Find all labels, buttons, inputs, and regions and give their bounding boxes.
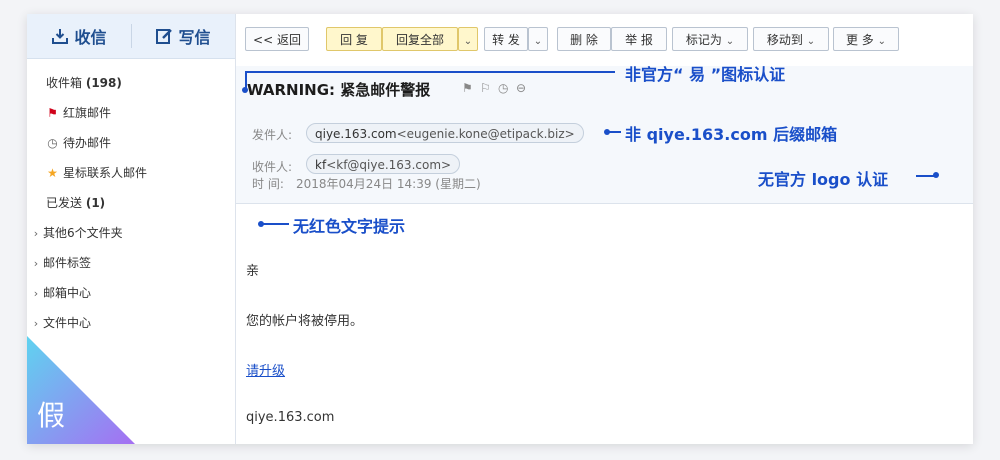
reply-all-label: 回复全部 [395, 33, 444, 47]
annotation-line [607, 131, 621, 133]
move-label: 移动到 [766, 33, 803, 47]
mail-reader: << 返回 回 复 回复全部 ⌄ 转 发 ⌄ 删 除 举 报 标记为 ⌄ 移动到… [236, 14, 973, 444]
chevron-down-icon: ⌄ [877, 36, 887, 47]
folder-list: 收件箱 (198) ⚑ 红旗邮件 ◷ 待办邮件 ★ 星标联系人邮件 已发送 (1) ›… [27, 68, 235, 338]
folder-group-mailbox-center[interactable]: › 邮箱中心 [27, 278, 235, 308]
recipient-name: kf [315, 158, 327, 172]
recipient-address: <kf@qiye.163.com> [326, 158, 452, 172]
reply-all-button[interactable]: 回复全部 [382, 27, 458, 51]
email-body-line: 您的帐户将被停用。 [246, 314, 364, 329]
folder-starred[interactable]: ★ 星标联系人邮件 [27, 158, 235, 188]
fake-badge-label: 假 [37, 399, 66, 432]
email-signature: qiye.163.com [246, 410, 335, 425]
forward-button[interactable]: 转 发 [484, 27, 528, 51]
folder-label: 已发送 [46, 196, 83, 210]
mark-label: 标记为 [685, 33, 722, 47]
upgrade-link-row: 请升级 [246, 360, 285, 379]
mark-as-dropdown[interactable]: 标记为 ⌄ [672, 27, 748, 51]
annotation-dot [933, 172, 939, 178]
chevron-down-icon: ⌄ [806, 36, 816, 47]
chevron-down-icon: ⌄ [463, 36, 473, 47]
back-button[interactable]: << 返回 [245, 27, 309, 51]
sidebar: 收信 写信 收件箱 (198) ⚑ 红旗邮件 ◷ 待办邮件 ★ 星标联系人邮件 … [27, 14, 236, 444]
annotation-no-logo: 无官方 logo 认证 [758, 170, 889, 189]
folder-red-flag[interactable]: ⚑ 红旗邮件 [27, 98, 235, 128]
group-label: 文件中心 [43, 316, 92, 330]
annotation-no-official-icon: 非官方“ 易 ”图标认证 [625, 65, 786, 84]
star-icon: ★ [47, 166, 58, 180]
inbox-download-icon [52, 29, 69, 44]
write-label: 写信 [178, 28, 211, 47]
upgrade-link[interactable]: 请升级 [246, 364, 285, 379]
forward-label: 转 发 [492, 33, 520, 47]
delete-button[interactable]: 删 除 [557, 27, 611, 51]
more-dropdown[interactable]: 更 多 ⌄ [833, 27, 899, 51]
email-greeting: 亲 [246, 264, 260, 279]
chevron-down-icon: ⌄ [533, 36, 543, 47]
from-label: 发件人: [252, 128, 293, 142]
sender-address: <eugenie.kone@etipack.biz> [396, 127, 575, 141]
folder-group-file-center[interactable]: › 文件中心 [27, 308, 235, 338]
folder-label: 红旗邮件 [63, 106, 112, 120]
more-label: 更 多 [845, 33, 874, 47]
to-label: 收件人: [252, 160, 293, 174]
group-label: 邮箱中心 [43, 286, 92, 300]
toolbar: << 返回 回 复 回复全部 ⌄ 转 发 ⌄ 删 除 举 报 标记为 ⌄ 移动到… [236, 14, 973, 66]
folder-label: 星标联系人邮件 [63, 166, 148, 180]
chevron-right-icon: › [33, 257, 39, 270]
chevron-right-icon: › [33, 287, 39, 300]
sent-time: 2018年04月24日 14:39 (星期二) [296, 177, 481, 191]
print-icon[interactable]: ⊖ [516, 81, 526, 95]
annotation-line [245, 71, 247, 88]
folder-group-tags[interactable]: › 邮件标签 [27, 248, 235, 278]
move-to-dropdown[interactable]: 移动到 ⌄ [753, 27, 829, 51]
reply-dropdown-button[interactable]: ⌄ [458, 27, 478, 51]
annotation-line [245, 71, 615, 73]
report-label: 举 报 [625, 33, 653, 47]
chevron-right-icon: › [33, 227, 39, 240]
compose-bar: 收信 写信 [27, 14, 235, 59]
folder-todo[interactable]: ◷ 待办邮件 [27, 128, 235, 158]
annotation-line [916, 175, 934, 177]
clock-icon[interactable]: ◷ [498, 81, 508, 95]
reply-button[interactable]: 回 复 [326, 27, 382, 51]
delete-label: 删 除 [570, 33, 598, 47]
forward-dropdown-button[interactable]: ⌄ [528, 27, 548, 51]
folder-inbox[interactable]: 收件箱 (198) [27, 68, 235, 98]
write-button[interactable]: 写信 [131, 14, 235, 58]
reply-label: 回 复 [340, 33, 368, 47]
red-flag-icon: ⚑ [47, 106, 58, 120]
sent-count: (1) [85, 196, 106, 210]
receive-label: 收信 [74, 28, 107, 47]
time-label: 时 间: [252, 177, 284, 191]
email-subject: WARNING: 紧急邮件警报 [247, 81, 431, 99]
folder-label: 待办邮件 [63, 136, 112, 150]
sender-pill[interactable]: qiye.163.com<eugenie.kone@etipack.biz> [306, 123, 584, 143]
back-label: << 返回 [253, 33, 301, 47]
group-label: 其他6个文件夹 [43, 226, 123, 240]
chevron-right-icon: › [33, 317, 39, 330]
unread-count: (198) [85, 76, 122, 90]
folder-sent[interactable]: 已发送 (1) [27, 188, 235, 218]
recipient-pill[interactable]: kf<kf@qiye.163.com> [306, 154, 461, 174]
receive-button[interactable]: 收信 [27, 14, 131, 58]
mail-window: 收信 写信 收件箱 (198) ⚑ 红旗邮件 ◷ 待办邮件 ★ 星标联系人邮件 … [27, 14, 973, 444]
clock-icon: ◷ [47, 136, 58, 150]
annotation-non-official-suffix: 非 qiye.163.com 后缀邮箱 [625, 125, 838, 144]
edit-icon [156, 29, 173, 44]
flag-outline-icon[interactable]: ⚐ [480, 81, 491, 95]
sender-name: qiye.163.com [315, 127, 397, 141]
email-body: 亲 您的帐户将被停用。 请升级 qiye.163.com [236, 204, 973, 444]
annotation-no-red-text: 无红色文字提示 [293, 217, 406, 236]
group-label: 邮件标签 [43, 256, 92, 270]
folder-label: 收件箱 [46, 76, 83, 90]
annotation-line [261, 223, 289, 225]
report-button[interactable]: 举 报 [611, 27, 667, 51]
folder-group-other[interactable]: › 其他6个文件夹 [27, 218, 235, 248]
flag-icon[interactable]: ⚑ [462, 81, 473, 95]
chevron-down-icon: ⌄ [725, 36, 735, 47]
